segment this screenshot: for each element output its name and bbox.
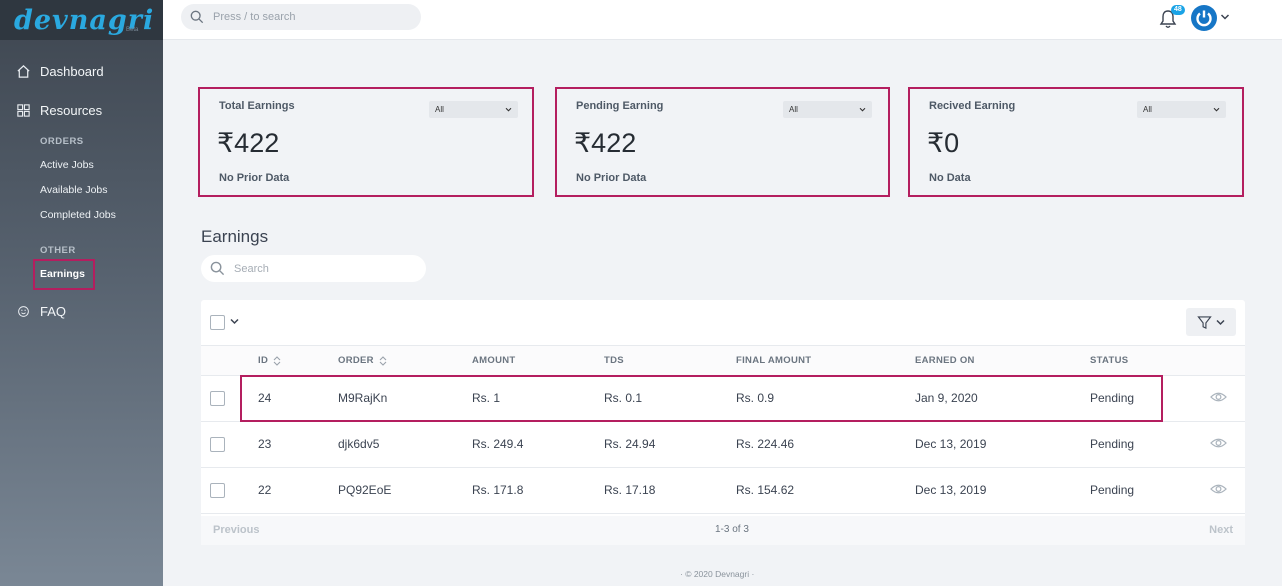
cell-earned-on: Dec 13, 2019 <box>915 483 987 497</box>
cell-final-amount: Rs. 154.62 <box>736 483 795 497</box>
cell-earned-on: Dec 13, 2019 <box>915 437 987 451</box>
row-checkbox[interactable] <box>210 391 225 406</box>
grid-icon <box>17 103 30 117</box>
sidebar-item-resources[interactable]: Resources <box>0 100 102 120</box>
other-section-heading: OTHER <box>40 245 76 256</box>
earnings-search <box>201 255 426 282</box>
card-title: Total Earnings <box>219 100 295 112</box>
select-all-checkbox[interactable] <box>210 315 225 330</box>
filter-button[interactable] <box>1186 308 1236 336</box>
cell-status: Pending <box>1090 483 1135 497</box>
card-note: No Prior Data <box>219 172 290 184</box>
card-note: No Prior Data <box>576 172 647 184</box>
sidebar-item-completed-jobs[interactable]: Completed Jobs <box>40 209 116 221</box>
power-icon <box>1196 10 1212 27</box>
column-label: ID <box>258 355 269 366</box>
column-order[interactable]: ORDER <box>338 355 387 366</box>
smile-icon <box>18 305 29 317</box>
card-note: No Data <box>929 172 971 184</box>
sidebar-item-active-jobs[interactable]: Active Jobs <box>40 159 94 171</box>
column-tds: TDS <box>604 355 624 366</box>
sidebar: devnagri Beta Dashboard Resources ORDERS… <box>0 0 163 586</box>
table-header: ID ORDER AMOUNT TDS FINAL AMOUNT EARNED … <box>201 345 1245 376</box>
user-avatar[interactable] <box>1191 5 1217 31</box>
cell-final-amount: Rs. 224.46 <box>736 437 795 451</box>
pending-earning-card: Pending Earning All ₹422 No Prior Data <box>555 87 890 197</box>
column-amount: AMOUNT <box>472 355 516 366</box>
total-earnings-filter[interactable]: All <box>429 101 518 118</box>
sidebar-item-label: Dashboard <box>40 63 104 79</box>
topbar: 48 <box>163 0 1282 40</box>
received-earning-card: Recived Earning All ₹0 No Data <box>908 87 1244 197</box>
cell-order[interactable]: PQ92EoE <box>338 483 391 497</box>
card-value: ₹422 <box>217 128 280 158</box>
cell-id: 22 <box>258 483 272 497</box>
eye-icon[interactable] <box>1210 437 1227 449</box>
table-row[interactable]: 23 djk6dv5 Rs. 249.4 Rs. 24.94 Rs. 224.4… <box>201 422 1245 468</box>
sidebar-item-available-jobs[interactable]: Available Jobs <box>40 184 108 196</box>
earnings-highlight <box>33 259 95 290</box>
chevron-down-icon <box>1216 319 1225 325</box>
orders-section-heading: ORDERS <box>40 136 84 147</box>
eye-icon[interactable] <box>1210 391 1227 403</box>
chevron-down-icon <box>859 107 866 112</box>
card-title: Recived Earning <box>929 100 1016 112</box>
total-earnings-card: Total Earnings All ₹422 No Prior Data <box>198 87 534 197</box>
filter-icon <box>1197 315 1212 329</box>
home-icon <box>17 64 30 78</box>
cell-amount: Rs. 171.8 <box>472 483 524 497</box>
table-pagination: Previous 1-3 of 3 Next <box>201 516 1245 545</box>
cell-id: 23 <box>258 437 272 451</box>
global-search-input[interactable] <box>213 11 403 23</box>
row-checkbox[interactable] <box>210 437 225 452</box>
row-highlight <box>240 375 1163 422</box>
global-search <box>181 4 421 30</box>
table-row[interactable]: 22 PQ92EoE Rs. 171.8 Rs. 17.18 Rs. 154.6… <box>201 468 1245 514</box>
row-checkbox[interactable] <box>210 483 225 498</box>
filter-value: All <box>435 105 444 114</box>
filter-value: All <box>789 105 798 114</box>
column-label: ORDER <box>338 355 374 366</box>
pending-earning-filter[interactable]: All <box>783 101 872 118</box>
filter-value: All <box>1143 105 1152 114</box>
sidebar-item-label: FAQ <box>40 303 67 319</box>
notification-badge: 48 <box>1171 5 1185 15</box>
earnings-table: ID ORDER AMOUNT TDS FINAL AMOUNT EARNED … <box>201 300 1245 545</box>
received-earning-filter[interactable]: All <box>1137 101 1226 118</box>
previous-button[interactable]: Previous <box>213 524 259 536</box>
column-earned-on: EARNED ON <box>915 355 975 366</box>
cell-order[interactable]: djk6dv5 <box>338 437 379 451</box>
chevron-down-icon[interactable] <box>230 318 239 325</box>
logo-area: devnagri Beta <box>0 0 163 40</box>
card-value: ₹422 <box>574 128 637 158</box>
earnings-search-input[interactable] <box>234 262 404 275</box>
search-icon <box>210 261 225 276</box>
search-icon <box>190 10 204 24</box>
earnings-title: Earnings <box>201 227 269 246</box>
chevron-down-icon <box>505 107 512 112</box>
next-button[interactable]: Next <box>1209 524 1233 536</box>
chevron-down-icon[interactable] <box>1220 13 1230 21</box>
beta-tag: Beta <box>126 27 139 33</box>
eye-icon[interactable] <box>1210 483 1227 495</box>
sidebar-item-dashboard[interactable]: Dashboard <box>0 61 104 81</box>
column-status: STATUS <box>1090 355 1129 366</box>
page-info: 1-3 of 3 <box>715 524 749 535</box>
card-value: ₹0 <box>927 128 960 158</box>
cell-amount: Rs. 249.4 <box>472 437 524 451</box>
footer-copyright: · © 2020 Devnagri · <box>680 569 755 579</box>
cell-status: Pending <box>1090 437 1135 451</box>
sidebar-item-label: Resources <box>40 102 103 118</box>
sidebar-item-faq[interactable]: FAQ <box>0 301 66 321</box>
sort-icon <box>273 355 281 366</box>
card-title: Pending Earning <box>576 100 664 112</box>
column-final-amount: FINAL AMOUNT <box>736 355 812 366</box>
sort-icon <box>379 355 387 366</box>
cell-tds: Rs. 24.94 <box>604 437 656 451</box>
chevron-down-icon <box>1213 107 1220 112</box>
column-id[interactable]: ID <box>258 355 281 366</box>
cell-tds: Rs. 17.18 <box>604 483 656 497</box>
